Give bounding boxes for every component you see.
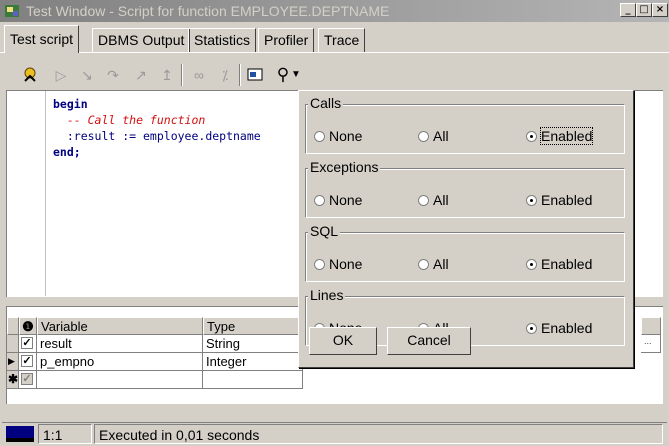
table-row-type[interactable]: Integer bbox=[203, 353, 303, 371]
new-row-indicator: ✱ bbox=[7, 371, 19, 389]
radio-sql-none[interactable]: None bbox=[314, 256, 362, 272]
new-row-type[interactable] bbox=[203, 371, 303, 389]
row-checkbox[interactable]: ✓ bbox=[21, 373, 33, 385]
run-icon: ▷ bbox=[55, 67, 67, 83]
code-line-begin: begin bbox=[53, 97, 88, 111]
radio-calls-all[interactable]: All bbox=[418, 128, 449, 144]
value-ellipsis-button[interactable]: ... bbox=[641, 335, 661, 353]
row-checkbox-cell[interactable]: ✓ bbox=[19, 353, 37, 371]
breakpoint-icon: ∞ bbox=[194, 67, 204, 83]
execute-icon[interactable] bbox=[20, 64, 42, 86]
radio-indicator bbox=[526, 259, 537, 270]
code-line-comment: -- Call the function bbox=[53, 113, 206, 127]
row-checkbox[interactable]: ✓ bbox=[21, 355, 33, 367]
column-header-value-end bbox=[641, 317, 661, 335]
trace-icon[interactable] bbox=[244, 64, 266, 86]
row-indicator bbox=[7, 335, 19, 353]
new-row-variable[interactable] bbox=[37, 371, 203, 389]
radio-indicator bbox=[526, 323, 537, 334]
radio-lines-enabled[interactable]: Enabled bbox=[526, 320, 592, 336]
step-into-icon: ↘ bbox=[81, 67, 93, 83]
editor-gutter bbox=[45, 91, 46, 296]
group-exceptions: Exceptions None All Enabled bbox=[305, 159, 625, 218]
column-header-type[interactable]: Type bbox=[203, 317, 303, 335]
radio-exceptions-none[interactable]: None bbox=[314, 192, 362, 208]
status-indicator-icon bbox=[6, 426, 34, 442]
status-message: Executed in 0,01 seconds bbox=[94, 424, 663, 444]
grid-indicator-header bbox=[7, 317, 19, 335]
info-icon: ❶ bbox=[19, 317, 37, 335]
group-title-calls: Calls bbox=[308, 95, 344, 111]
group-title-exceptions: Exceptions bbox=[308, 159, 381, 175]
maximize-button[interactable]: □ bbox=[636, 3, 652, 17]
group-calls: Calls None All Enabled bbox=[305, 95, 625, 154]
radio-calls-none[interactable]: None bbox=[314, 128, 362, 144]
group-sql: SQL None All Enabled bbox=[305, 223, 625, 282]
radio-indicator bbox=[314, 259, 325, 270]
toolbar-separator bbox=[239, 64, 241, 86]
tab-baseline bbox=[0, 52, 669, 53]
radio-indicator bbox=[526, 195, 537, 206]
radio-sql-all[interactable]: All bbox=[418, 256, 449, 272]
radio-indicator bbox=[418, 131, 429, 142]
variables-icon: ⁒ bbox=[221, 67, 229, 83]
step-over-icon: ↷ bbox=[107, 67, 119, 83]
radio-indicator bbox=[526, 131, 537, 142]
radio-indicator bbox=[418, 195, 429, 206]
radio-exceptions-enabled[interactable]: Enabled bbox=[526, 192, 592, 208]
table-row-variable[interactable]: p_empno bbox=[37, 353, 203, 371]
code-line-call: :result := employee.deptname bbox=[53, 129, 261, 143]
code-line-end: end; bbox=[53, 145, 81, 159]
dropdown-icon[interactable]: ▼ bbox=[290, 64, 302, 86]
group-title-sql: SQL bbox=[308, 223, 341, 239]
radio-indicator bbox=[418, 259, 429, 270]
ok-button[interactable]: OK bbox=[309, 327, 377, 355]
close-button[interactable]: × bbox=[652, 3, 668, 17]
radio-indicator bbox=[314, 195, 325, 206]
status-separator bbox=[2, 422, 667, 423]
table-row-variable[interactable]: result bbox=[37, 335, 203, 353]
toolbar-separator bbox=[181, 64, 183, 86]
group-title-lines: Lines bbox=[308, 287, 346, 303]
run-to-exception-icon: ↥ bbox=[161, 67, 173, 83]
app-icon bbox=[5, 5, 19, 17]
radio-indicator bbox=[314, 131, 325, 142]
radio-sql-enabled[interactable]: Enabled bbox=[526, 256, 592, 272]
row-checkbox-cell[interactable]: ✓ bbox=[19, 335, 37, 353]
column-header-variable[interactable]: Variable bbox=[37, 317, 203, 335]
trace-options-popup[interactable]: Calls None All Enabled Exceptions None A… bbox=[298, 90, 634, 368]
tab-statistics[interactable]: Statistics bbox=[188, 28, 257, 52]
cancel-button[interactable]: Cancel bbox=[387, 327, 471, 355]
radio-exceptions-all[interactable]: All bbox=[418, 192, 449, 208]
current-row-indicator: ▶ bbox=[7, 353, 19, 371]
window-title: Test Window - Script for function EMPLOY… bbox=[26, 3, 390, 19]
row-checkbox[interactable]: ✓ bbox=[21, 337, 33, 349]
tab-trace[interactable]: Trace bbox=[318, 28, 366, 52]
step-out-icon: ↗ bbox=[135, 67, 147, 83]
tab-test-script[interactable]: Test script bbox=[4, 25, 80, 53]
table-row-type[interactable]: String bbox=[203, 335, 303, 353]
radio-calls-enabled[interactable]: Enabled bbox=[526, 127, 594, 145]
tab-profiler[interactable]: Profiler bbox=[258, 28, 315, 52]
cursor-position: 1:1 bbox=[38, 424, 92, 444]
minimize-button[interactable]: _ bbox=[620, 3, 636, 17]
tab-dbms-output[interactable]: DBMS Output bbox=[92, 28, 191, 52]
row-checkbox-cell[interactable]: ✓ bbox=[19, 371, 37, 389]
title-bar[interactable]: Test Window - Script for function EMPLOY… bbox=[0, 0, 669, 22]
